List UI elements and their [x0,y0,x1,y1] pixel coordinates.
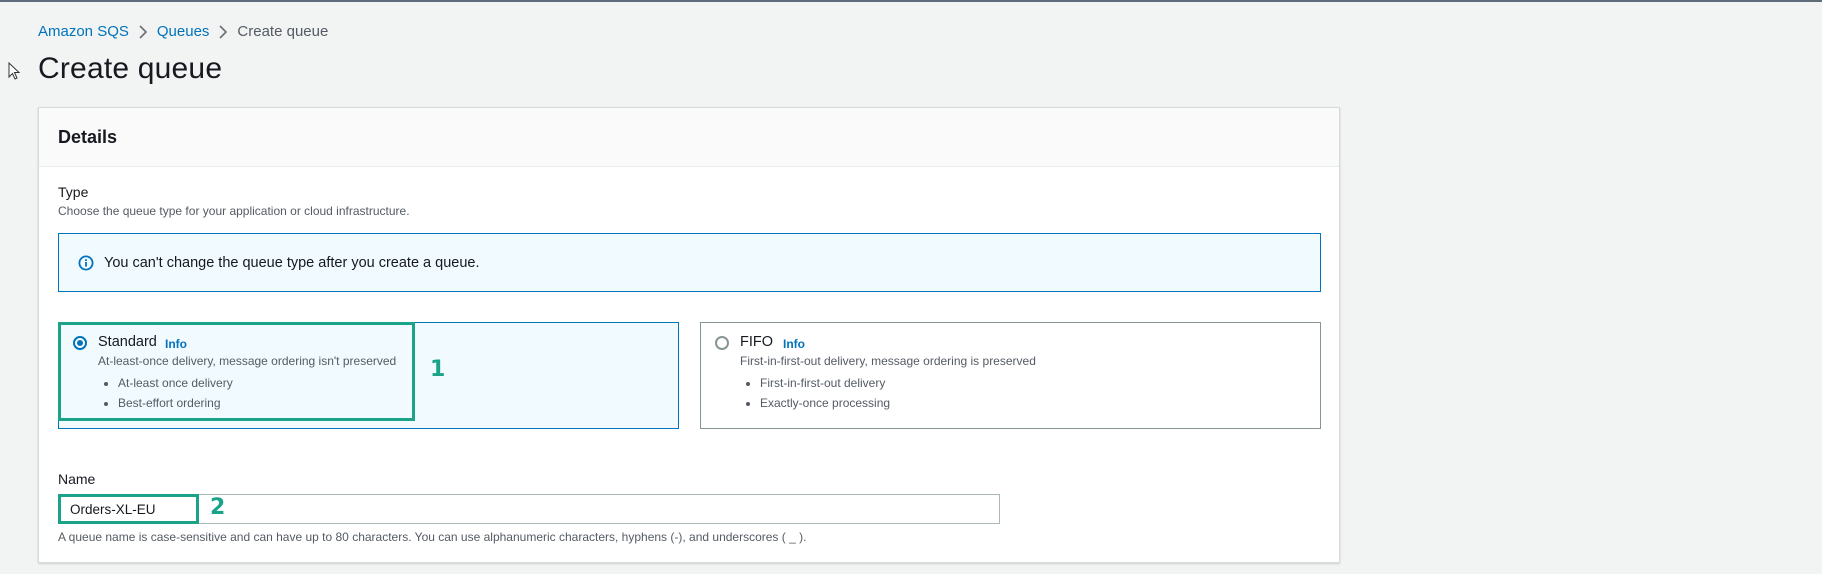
type-label: Type [58,184,89,200]
details-panel: Details Type Choose the queue type for y… [38,107,1340,563]
name-hint: A queue name is case-sensitive and can h… [58,530,807,544]
type-description: Choose the queue type for your applicati… [58,204,410,218]
chevron-right-icon [209,24,237,40]
fifo-radio[interactable] [715,336,729,350]
annotation-number: 2 [210,495,226,520]
breadcrumb-link-queues[interactable]: Queues [157,23,210,40]
fifo-info-link[interactable]: Info [783,337,805,351]
mouse-cursor-icon [8,61,21,85]
alert-text: You can't change the queue type after yo… [104,254,480,271]
chevron-right-icon [129,24,157,40]
info-circle-icon [78,255,94,271]
queue-type-fifo-tile[interactable]: FIFO Info First-in-first-out delivery, m… [700,322,1321,429]
breadcrumb-current: Create queue [237,23,329,40]
details-heading: Details [58,126,118,147]
name-label: Name [58,471,96,487]
page-title: Create queue [38,52,223,85]
fifo-title: FIFO [740,334,774,350]
list-item: First-in-first-out delivery [760,373,890,393]
annotation-number: 1 [430,357,446,382]
fifo-description: First-in-first-out delivery, message ord… [740,354,1036,368]
breadcrumb: Amazon SQS Queues Create queue [38,23,328,40]
window-top-border [0,0,1822,2]
annotation-highlight-standard [58,322,415,421]
annotation-highlight-name [58,494,199,524]
queue-name-input[interactable] [58,494,1000,524]
details-panel-header: Details [39,108,1339,167]
breadcrumb-link-amazon-sqs[interactable]: Amazon SQS [38,23,129,40]
fifo-feature-list: First-in-first-out delivery Exactly-once… [740,373,890,413]
list-item: Exactly-once processing [760,393,890,413]
queue-type-alert: You can't change the queue type after yo… [58,233,1321,292]
